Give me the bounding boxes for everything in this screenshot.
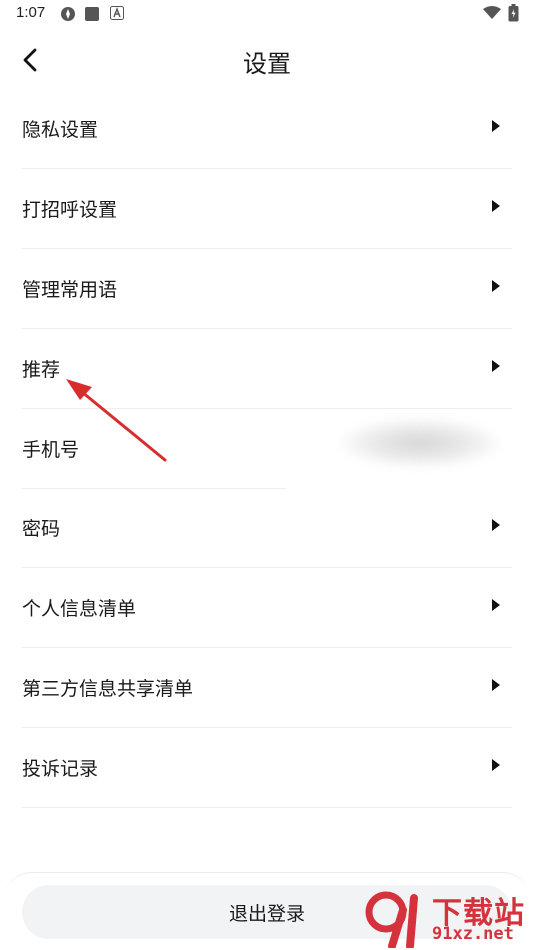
title-bar: 设置 [0, 30, 534, 88]
triangle-right-icon [492, 360, 500, 372]
triangle-right-icon [492, 120, 500, 132]
watermark-url: 91xz.net [432, 924, 514, 944]
settings-item-label: 打招呼设置 [22, 199, 118, 221]
triangle-right-icon [492, 759, 500, 771]
page-title: 设置 [243, 50, 291, 78]
triangle-right-icon [492, 599, 500, 611]
wifi-icon [483, 6, 501, 19]
settings-item-common-phrases[interactable]: 管理常用语 [22, 249, 512, 329]
status-bar: 1:07 [0, 0, 534, 30]
settings-item-personal-info-list[interactable]: 个人信息清单 [22, 568, 512, 648]
app-notification-icon [61, 7, 75, 21]
settings-item-label: 推荐 [22, 359, 61, 381]
triangle-right-icon [492, 679, 500, 691]
settings-item-label: 隐私设置 [22, 119, 99, 141]
settings-item-recommend[interactable]: 推荐 [22, 329, 512, 409]
triangle-right-icon [492, 280, 500, 292]
watermark: 下载站 91xz.net [362, 888, 532, 950]
settings-item-greeting[interactable]: 打招呼设置 [22, 169, 512, 249]
settings-item-label: 管理常用语 [22, 279, 118, 301]
triangle-right-icon [492, 519, 500, 531]
settings-item-privacy[interactable]: 隐私设置 [22, 89, 512, 169]
settings-item-password[interactable]: 密码 [22, 488, 512, 568]
settings-item-third-party-sharing[interactable]: 第三方信息共享清单 [22, 648, 512, 728]
a-notification-icon [110, 6, 124, 20]
settings-screen: 1:07 设置 隐私设置 打招呼设置 管理常用语 推荐 手机号 密码 个人信息清… [0, 0, 534, 950]
settings-item-label: 手机号 [22, 439, 80, 461]
watermark-logo-icon [365, 891, 418, 948]
settings-item-label: 投诉记录 [22, 758, 99, 780]
square-notification-icon [85, 7, 99, 21]
settings-item-label: 密码 [22, 518, 61, 540]
settings-item-complaints[interactable]: 投诉记录 [22, 728, 512, 808]
settings-item-label: 第三方信息共享清单 [22, 678, 194, 700]
blurred-phone-number [340, 418, 500, 468]
settings-item-label: 个人信息清单 [22, 598, 137, 620]
triangle-right-icon [492, 200, 500, 212]
battery-icon [508, 4, 519, 22]
status-time: 1:07 [16, 4, 46, 21]
